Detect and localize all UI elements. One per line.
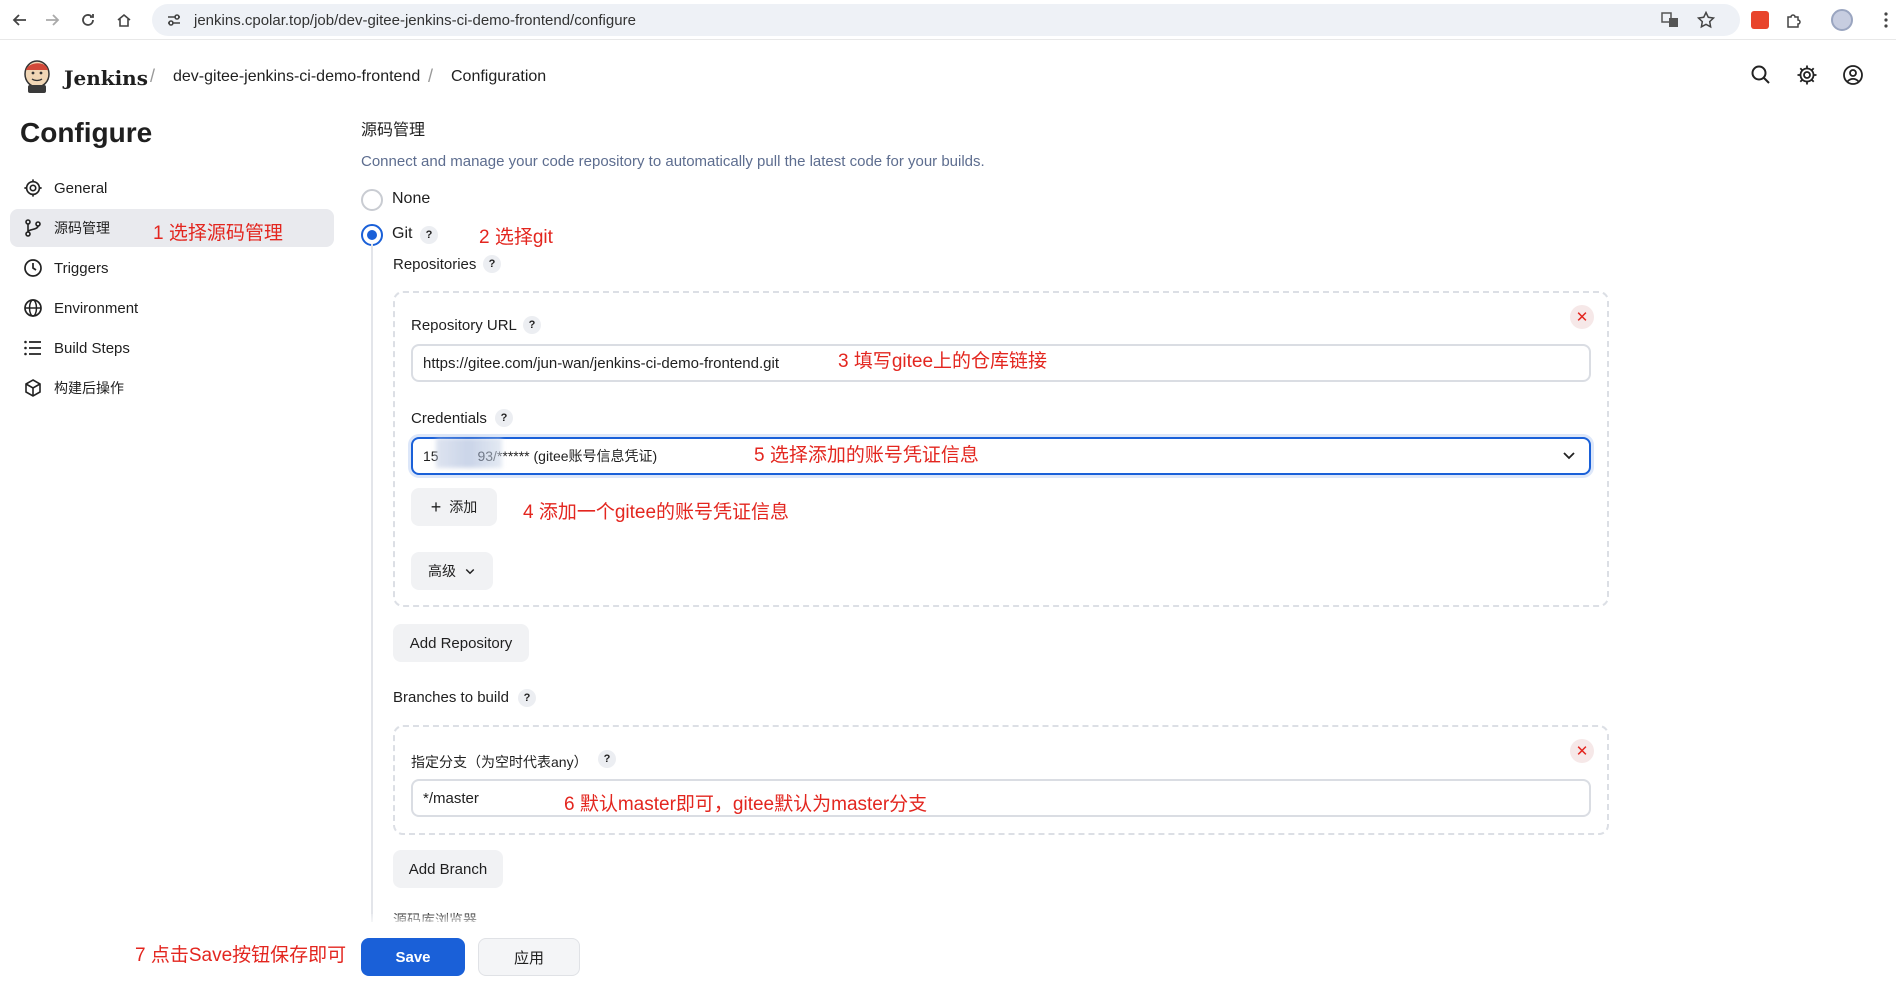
translate-icon[interactable] xyxy=(1650,0,1690,40)
user-account-icon[interactable] xyxy=(1842,64,1868,90)
url-text: jenkins.cpolar.top/job/dev-gitee-jenkins… xyxy=(194,11,636,29)
chevron-down-icon xyxy=(1563,452,1575,460)
help-icon[interactable]: ? xyxy=(523,316,541,334)
sidebar-item-label: Triggers xyxy=(54,259,109,277)
profile-avatar-icon[interactable] xyxy=(1822,0,1862,40)
credentials-label: Credentials xyxy=(411,410,487,427)
help-icon[interactable]: ? xyxy=(420,226,438,244)
brand-title[interactable]: Jenkins xyxy=(64,66,148,90)
reload-icon[interactable] xyxy=(68,0,108,40)
scm-git-label[interactable]: Git xyxy=(392,225,412,243)
annotation-step-1: 1 选择源码管理 xyxy=(153,223,283,244)
repositories-label: Repositories xyxy=(393,256,477,273)
clock-icon xyxy=(22,257,44,279)
save-button[interactable]: Save xyxy=(361,938,465,976)
branch-specifier-label: 指定分支（为空时代表any） xyxy=(411,754,588,770)
search-icon[interactable] xyxy=(1750,64,1776,90)
sidebar-item-label: Environment xyxy=(54,299,139,317)
sidebar-item-build-steps[interactable]: Build Steps xyxy=(10,329,334,367)
sidebar-item-label: 构建后操作 xyxy=(54,380,124,396)
extensions-puzzle-icon[interactable] xyxy=(1774,0,1814,40)
chevron-down-icon xyxy=(465,568,475,575)
scm-none-radio[interactable] xyxy=(361,189,383,211)
address-bar[interactable]: jenkins.cpolar.top/job/dev-gitee-jenkins… xyxy=(152,4,1740,36)
add-credentials-label: 添加 xyxy=(449,499,478,515)
plus-icon: + xyxy=(430,497,442,517)
annotation-step-6: 6 默认master即可，gitee默认为master分支 xyxy=(564,794,928,815)
sidebar-item-post-build[interactable]: 构建后操作 xyxy=(10,369,334,407)
globe-icon xyxy=(22,297,44,319)
help-icon[interactable]: ? xyxy=(518,689,536,707)
annotation-step-3: 3 填写gitee上的仓库链接 xyxy=(838,351,1048,372)
add-branch-button[interactable]: Add Branch xyxy=(393,850,503,888)
sidebar-item-environment[interactable]: Environment xyxy=(10,289,334,327)
section-title: 源码管理 xyxy=(361,122,426,139)
gear-icon xyxy=(22,177,44,199)
sidebar-item-general[interactable]: General xyxy=(10,169,334,207)
app-header: Jenkins / dev-gitee-jenkins-ci-demo-fron… xyxy=(0,40,1896,114)
bookmark-star-icon[interactable] xyxy=(1686,0,1726,40)
add-repository-button[interactable]: Add Repository xyxy=(393,624,529,662)
forward-icon[interactable] xyxy=(32,0,72,40)
sidebar-item-label: Build Steps xyxy=(54,339,130,357)
credentials-select[interactable]: 15 93/****** (gitee账号信息凭证) xyxy=(411,437,1591,475)
home-icon[interactable] xyxy=(104,0,144,40)
annotation-step-2: 2 选择git xyxy=(479,227,553,248)
advanced-toggle-button[interactable]: 高级 xyxy=(411,552,493,590)
section-description: Connect and manage your code repository … xyxy=(361,153,985,170)
help-icon[interactable]: ? xyxy=(483,255,501,273)
scm-git-radio[interactable] xyxy=(361,224,383,246)
remove-branch-close-icon[interactable]: ✕ xyxy=(1570,739,1594,763)
branches-to-build-label: Branches to build xyxy=(393,689,509,706)
scm-none-label[interactable]: None xyxy=(392,190,430,208)
sidebar-item-label: 源码管理 xyxy=(54,220,110,236)
breadcrumb-job[interactable]: dev-gitee-jenkins-ci-demo-frontend xyxy=(173,68,420,86)
breadcrumb-separator: / xyxy=(428,66,434,86)
sidebar-item-triggers[interactable]: Triggers xyxy=(10,249,334,287)
page-title: Configure xyxy=(20,117,153,148)
annotation-step-5: 5 选择添加的账号凭证信息 xyxy=(754,445,979,466)
add-credentials-button[interactable]: + 添加 xyxy=(411,488,497,526)
apply-button[interactable]: 应用 xyxy=(478,938,580,976)
browser-menu-icon[interactable] xyxy=(1876,0,1896,40)
gear-icon[interactable] xyxy=(1796,64,1822,90)
jenkins-logo-icon[interactable] xyxy=(20,58,54,94)
remove-repository-close-icon[interactable]: ✕ xyxy=(1570,305,1594,329)
sidebar-item-label: General xyxy=(54,179,108,197)
git-section-divider xyxy=(371,244,373,924)
advanced-label: 高级 xyxy=(428,563,456,579)
redacted-mosaic xyxy=(436,438,502,468)
breadcrumb-separator: / xyxy=(150,66,156,86)
annotation-step-4: 4 添加一个gitee的账号凭证信息 xyxy=(523,502,790,523)
site-settings-icon[interactable] xyxy=(166,12,182,28)
package-icon xyxy=(22,377,44,399)
repository-url-label: Repository URL xyxy=(411,317,517,334)
list-icon xyxy=(22,337,44,359)
annotation-step-7: 7 点击Save按钮保存即可 xyxy=(135,945,347,966)
git-branch-icon xyxy=(22,217,44,239)
breadcrumb-configuration[interactable]: Configuration xyxy=(451,68,546,86)
browser-toolbar: jenkins.cpolar.top/job/dev-gitee-jenkins… xyxy=(0,0,1896,40)
help-icon[interactable]: ? xyxy=(495,409,513,427)
help-icon[interactable]: ? xyxy=(598,750,616,768)
